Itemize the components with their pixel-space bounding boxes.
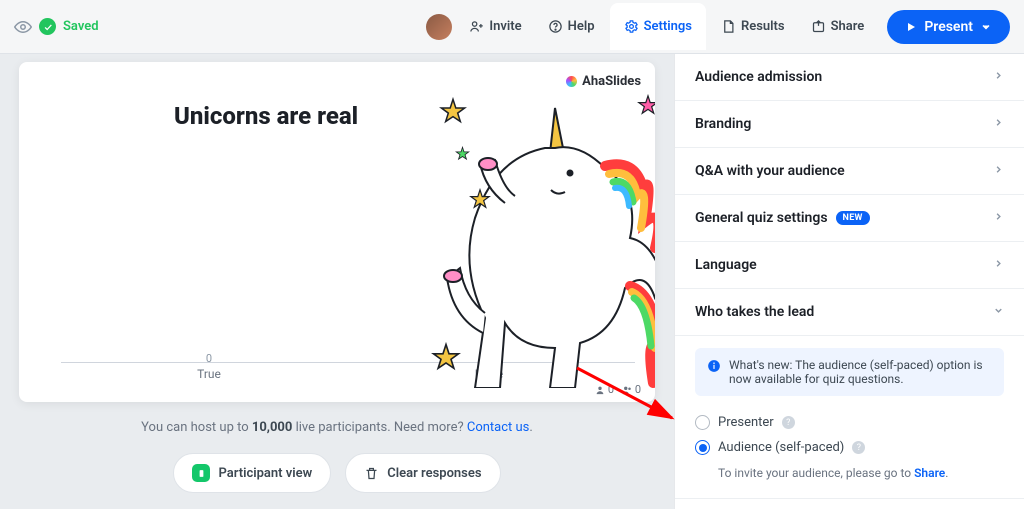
section-qa[interactable]: Q&A with your audience: [675, 148, 1024, 195]
settings-panel: Audience admission Branding Q&A with you…: [674, 54, 1024, 509]
saved-indicator: Saved: [14, 18, 99, 36]
trash-icon: [364, 466, 379, 481]
section-general-quiz[interactable]: General quiz settingsNEW: [675, 195, 1024, 242]
section-who-takes-lead[interactable]: Who takes the lead: [675, 289, 1024, 336]
chevron-right-icon: [993, 70, 1004, 81]
brand-label: AhaSlides: [566, 74, 641, 89]
present-label: Present: [924, 19, 973, 35]
workspace: AhaSlides Unicorns are real 0 True 0 Fal…: [0, 54, 1024, 509]
slide-title: Unicorns are real: [174, 102, 358, 130]
invite-label: Invite: [489, 19, 521, 34]
radio-presenter-label: Presenter: [718, 415, 774, 430]
check-icon: [39, 18, 56, 35]
phone-icon: [192, 464, 210, 482]
results-label: Results: [741, 19, 785, 34]
tab-settings[interactable]: Settings: [610, 3, 706, 50]
radio-audience-row[interactable]: Audience (self-paced) ?: [695, 435, 1004, 460]
share-label: Share: [831, 19, 865, 34]
hosting-info: You can host up to 10,000 live participa…: [19, 420, 655, 435]
participant-view-label: Participant view: [218, 466, 312, 481]
invite-button[interactable]: Invite: [458, 12, 532, 41]
new-badge: NEW: [836, 211, 870, 225]
contact-link[interactable]: Contact us: [467, 420, 530, 435]
stage-column: AhaSlides Unicorns are real 0 True 0 Fal…: [0, 54, 674, 509]
lead-body: What's new: The audience (self-paced) op…: [675, 336, 1024, 499]
section-audience-admission[interactable]: Audience admission: [675, 54, 1024, 101]
chevron-right-icon: [993, 211, 1004, 222]
true-count: 0: [169, 352, 249, 365]
play-icon: [905, 21, 917, 33]
chevron-down-icon: [993, 305, 1004, 316]
share-button[interactable]: Share: [800, 12, 876, 41]
help-tooltip-icon[interactable]: ?: [782, 416, 795, 429]
radio-presenter-row[interactable]: Presenter ?: [695, 410, 1004, 435]
present-button[interactable]: Present: [887, 10, 1010, 44]
true-label: True: [197, 367, 221, 381]
option-true: 0 True: [169, 352, 249, 381]
chevron-right-icon: [993, 117, 1004, 128]
below-slide: You can host up to 10,000 live participa…: [19, 402, 655, 493]
help-icon: [548, 19, 563, 34]
whats-new-info: What's new: The audience (self-paced) op…: [695, 348, 1004, 396]
section-branding[interactable]: Branding: [675, 101, 1024, 148]
chevron-down-icon: [980, 21, 992, 33]
section-other-settings[interactable]: Other settings: [675, 499, 1024, 509]
radio-audience-label: Audience (self-paced): [718, 440, 844, 455]
slide-preview: AhaSlides Unicorns are real 0 True 0 Fal…: [19, 62, 655, 402]
help-label: Help: [568, 19, 595, 34]
avatar[interactable]: [426, 14, 452, 40]
eye-icon: [14, 18, 32, 36]
participant-view-button[interactable]: Participant view: [173, 453, 331, 493]
saved-label: Saved: [63, 19, 99, 34]
results-button[interactable]: Results: [710, 12, 796, 41]
radio-presenter[interactable]: [695, 415, 710, 430]
gear-icon: [624, 19, 639, 34]
help-button[interactable]: Help: [537, 12, 606, 41]
invite-help-line: To invite your audience, please go to Sh…: [695, 460, 1004, 480]
chevron-right-icon: [993, 164, 1004, 175]
file-icon: [721, 19, 736, 34]
section-language[interactable]: Language: [675, 242, 1024, 289]
share-link[interactable]: Share: [914, 466, 945, 480]
radio-audience[interactable]: [695, 440, 710, 455]
top-bar: Saved Invite Help Settings Results Share…: [0, 0, 1024, 54]
brand-dot-icon: [566, 76, 577, 87]
person-plus-icon: [469, 19, 484, 34]
info-icon: [707, 359, 721, 373]
chevron-right-icon: [993, 258, 1004, 269]
share-icon: [811, 19, 826, 34]
clear-responses-label: Clear responses: [387, 466, 481, 481]
clear-responses-button[interactable]: Clear responses: [345, 453, 500, 493]
help-tooltip-icon[interactable]: ?: [852, 441, 865, 454]
settings-label: Settings: [644, 19, 692, 34]
